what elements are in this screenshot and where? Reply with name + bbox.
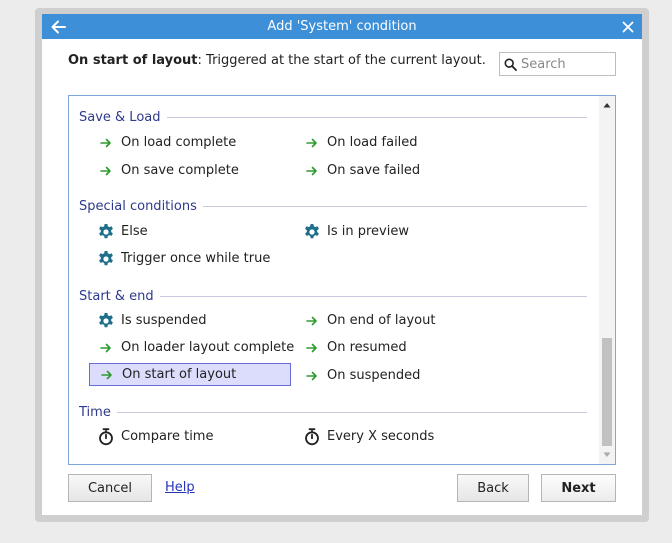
- condition-on-save-complete[interactable]: On save complete: [89, 159, 239, 182]
- title-bar: Add 'System' condition: [42, 14, 642, 39]
- condition-label: On end of layout: [327, 313, 436, 328]
- arrow-right-icon: [306, 343, 317, 352]
- arrow-right-icon: [306, 371, 317, 380]
- search-icon: [504, 57, 517, 71]
- caret-down-icon: [603, 452, 611, 457]
- condition-label: On loader layout complete: [121, 340, 295, 355]
- help-link[interactable]: Help: [165, 480, 195, 495]
- condition-on-suspended[interactable]: On suspended: [295, 364, 420, 387]
- description-text: : Triggered at the start of the current …: [197, 53, 486, 68]
- condition-label: On suspended: [327, 368, 421, 383]
- arrow-right-icon: [100, 138, 111, 147]
- condition-label: Trigger once while true: [121, 251, 271, 266]
- scroll-up-button[interactable]: [599, 97, 615, 113]
- back-button[interactable]: Back: [457, 474, 529, 502]
- cancel-button[interactable]: Cancel: [68, 474, 152, 502]
- condition-on-load-complete[interactable]: On load complete: [89, 131, 236, 154]
- condition-on-load-failed[interactable]: On load failed: [295, 131, 418, 154]
- search-box[interactable]: [499, 52, 616, 76]
- condition-label: On load complete: [121, 135, 237, 150]
- close-icon: [622, 21, 634, 32]
- arrow-right-icon: [306, 166, 317, 175]
- section-header-save-load: Save & Load: [79, 109, 587, 125]
- condition-is-suspended[interactable]: Is suspended: [89, 309, 207, 332]
- condition-compare-time[interactable]: Compare time: [89, 425, 213, 448]
- scroll-down-button[interactable]: [599, 447, 615, 463]
- condition-on-start-of-layout[interactable]: On start of layout: [89, 363, 291, 386]
- gear-icon: [99, 250, 113, 265]
- condition-on-save-failed[interactable]: On save failed: [295, 159, 420, 182]
- dialog-title: Add 'System' condition: [267, 19, 417, 34]
- arrow-right-icon: [101, 370, 112, 379]
- condition-label: Compare time: [121, 429, 214, 444]
- arrow-left-icon: [51, 20, 66, 33]
- condition-label: Is in preview: [327, 224, 409, 239]
- section-header-time: Time: [79, 404, 587, 420]
- stopwatch-icon: [99, 427, 113, 445]
- condition-on-end-of-layout[interactable]: On end of layout: [295, 309, 435, 332]
- search-input[interactable]: [521, 56, 611, 72]
- gear-icon: [99, 312, 113, 327]
- condition-else[interactable]: Else: [89, 220, 148, 243]
- section-title: Special conditions: [79, 198, 197, 214]
- add-condition-dialog: Add 'System' condition On start of layou…: [42, 14, 642, 515]
- arrow-right-icon: [100, 343, 111, 352]
- condition-label: On save failed: [327, 163, 421, 178]
- description-condition-name: On start of layout: [68, 53, 198, 68]
- stopwatch-icon: [305, 427, 319, 445]
- condition-label: On load failed: [327, 135, 418, 150]
- next-button[interactable]: Next: [541, 474, 616, 502]
- arrow-right-icon: [306, 316, 317, 325]
- condition-label: On resumed: [327, 340, 407, 355]
- gear-icon: [305, 223, 319, 238]
- arrow-right-icon: [306, 138, 317, 147]
- close-button[interactable]: [614, 14, 642, 39]
- condition-label: On start of layout: [122, 367, 237, 382]
- condition-is-in-preview[interactable]: Is in preview: [295, 220, 409, 243]
- section-title: Time: [79, 404, 111, 420]
- condition-label: Is suspended: [121, 313, 207, 328]
- back-arrow-button[interactable]: [44, 14, 72, 39]
- section-title: Start & end: [79, 288, 154, 304]
- condition-label: On save complete: [121, 163, 239, 178]
- caret-up-icon: [603, 103, 611, 108]
- section-header-start-end: Start & end: [79, 288, 587, 304]
- condition-label: Every X seconds: [327, 429, 435, 444]
- gear-icon: [99, 223, 113, 238]
- condition-every-x-seconds[interactable]: Every X seconds: [295, 425, 434, 448]
- section-header-special-conditions: Special conditions: [79, 198, 587, 214]
- scrollbar-thumb[interactable]: [602, 338, 612, 446]
- condition-trigger-once-while-true[interactable]: Trigger once while true: [89, 247, 270, 270]
- condition-list: Save & Load On load complete On load fai…: [68, 95, 616, 465]
- condition-label: Else: [121, 224, 148, 239]
- condition-on-loader-layout-complete[interactable]: On loader layout complete: [89, 336, 294, 359]
- arrow-right-icon: [100, 166, 111, 175]
- condition-on-resumed[interactable]: On resumed: [295, 336, 407, 359]
- condition-description: On start of layout: Triggered at the sta…: [68, 53, 486, 68]
- vertical-scrollbar[interactable]: [599, 96, 615, 464]
- section-title: Save & Load: [79, 109, 161, 125]
